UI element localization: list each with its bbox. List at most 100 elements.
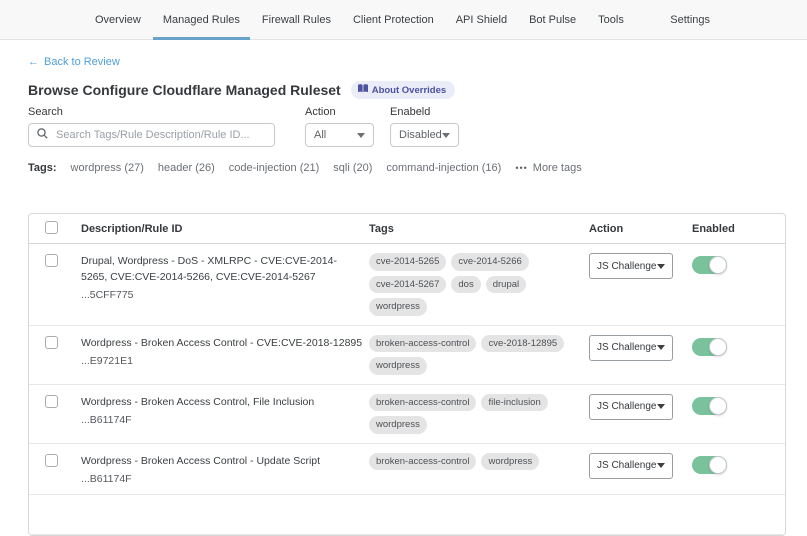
rule-tag[interactable]: wordpress: [369, 357, 427, 375]
action-select[interactable]: JS Challenge: [589, 253, 673, 279]
toggle-knob: [709, 338, 727, 356]
rule-description: Drupal, Wordpress - DoS - XMLRPC - CVE:C…: [81, 253, 363, 285]
rules-table: Description/Rule ID Tags Action Enabled …: [28, 213, 786, 536]
page-header: Browse Configure Cloudflare Managed Rule…: [28, 81, 807, 99]
toggle-knob: [709, 256, 727, 274]
rule-tag[interactable]: dos: [451, 276, 480, 294]
row-checkbox[interactable]: [45, 395, 58, 408]
tab-bot-pulse[interactable]: Bot Pulse: [529, 0, 576, 40]
table-row: Wordpress - Broken Access Control - Upda…: [29, 444, 785, 495]
select-all-checkbox[interactable]: [45, 221, 58, 234]
row-checkbox[interactable]: [45, 254, 58, 267]
rule-tag[interactable]: cve-2014-5266: [451, 253, 528, 271]
action-select[interactable]: JS Challenge: [589, 394, 673, 420]
tags-bar-label: Tags:: [28, 162, 57, 174]
enabled-toggle[interactable]: [692, 338, 727, 356]
chevron-down-icon: [657, 264, 665, 269]
rule-tag[interactable]: drupal: [486, 276, 526, 294]
rule-id: ...E9721E1: [81, 355, 363, 367]
rule-description: Wordpress - Broken Access Control, File …: [81, 394, 363, 410]
rule-description: Wordpress - Broken Access Control - Upda…: [81, 453, 363, 469]
rule-id: ...B61174F: [81, 473, 363, 485]
rule-tags: cve-2014-5265 cve-2014-5266 cve-2014-5267 d…: [369, 253, 589, 316]
header-description: Description/Rule ID: [81, 223, 369, 235]
rule-tag[interactable]: broken-access-control: [369, 394, 476, 412]
tab-client-protection[interactable]: Client Protection: [353, 0, 434, 40]
tag-filter[interactable]: command-injection (16): [386, 162, 501, 174]
rule-tag[interactable]: broken-access-control: [369, 335, 476, 353]
chevron-down-icon: [657, 345, 665, 350]
action-filter-value: All: [314, 129, 326, 141]
table-row: Wordpress - Broken Access Control - CVE:…: [29, 326, 785, 385]
enabled-toggle[interactable]: [692, 456, 727, 474]
header-action: Action: [589, 223, 684, 235]
rule-tags: broken-access-control cve-2018-12895 wordp…: [369, 335, 589, 375]
chevron-down-icon: [657, 463, 665, 468]
action-filter-label: Action: [305, 106, 374, 118]
row-checkbox[interactable]: [45, 336, 58, 349]
tag-filter[interactable]: code-injection (21): [229, 162, 320, 174]
tag-filter[interactable]: sqli (20): [333, 162, 372, 174]
search-input[interactable]: [54, 128, 266, 142]
back-arrow-icon: ←: [28, 56, 39, 68]
tab-settings[interactable]: Settings: [670, 0, 710, 40]
chevron-down-icon: [442, 133, 450, 138]
rule-tag[interactable]: wordpress: [369, 298, 427, 316]
action-select[interactable]: JS Challenge: [589, 335, 673, 361]
rule-tags: broken-access-control file-inclusion wordp…: [369, 394, 589, 434]
more-tags-button[interactable]: ••• More tags: [515, 162, 581, 174]
table-header-row: Description/Rule ID Tags Action Enabled: [29, 214, 785, 244]
tab-overview[interactable]: Overview: [95, 0, 141, 40]
search-label: Search: [28, 106, 275, 118]
table-row: Wordpress - Broken Access Control, File …: [29, 385, 785, 444]
tab-firewall-rules[interactable]: Firewall Rules: [262, 0, 331, 40]
table-row: Drupal, Wordpress - DoS - XMLRPC - CVE:C…: [29, 244, 785, 326]
rule-tags: broken-access-control wordpress: [369, 453, 589, 485]
back-link-label: Back to Review: [44, 56, 120, 68]
tab-tools[interactable]: Tools: [598, 0, 624, 40]
rule-tag[interactable]: wordpress: [481, 453, 539, 471]
about-overrides-badge[interactable]: About Overrides: [351, 81, 455, 99]
top-nav: Overview Managed Rules Firewall Rules Clien…: [0, 0, 807, 40]
search-icon: [37, 126, 48, 144]
tags-bar: Tags: wordpress (27) header (26) code-inje…: [28, 162, 807, 174]
rule-tag[interactable]: cve-2014-5265: [369, 253, 446, 271]
rule-tag[interactable]: cve-2014-5267: [369, 276, 446, 294]
book-icon: [358, 84, 368, 96]
ellipsis-icon: •••: [515, 163, 527, 173]
enabled-filter-label: Enabeld: [390, 106, 459, 118]
action-select-value: JS Challenge: [597, 342, 656, 353]
rule-description: Wordpress - Broken Access Control - CVE:…: [81, 335, 363, 351]
toggle-knob: [709, 397, 727, 415]
tab-managed-rules[interactable]: Managed Rules: [163, 0, 240, 40]
enabled-toggle[interactable]: [692, 256, 727, 274]
tab-api-shield[interactable]: API Shield: [456, 0, 507, 40]
rule-tag[interactable]: wordpress: [369, 416, 427, 434]
rule-id: ...5CFF775: [81, 289, 363, 301]
header-enabled: Enabled: [684, 223, 785, 235]
enabled-filter-select[interactable]: Disabled: [390, 123, 459, 147]
header-tags: Tags: [369, 223, 589, 235]
nav-tabs: Overview Managed Rules Firewall Rules Clien…: [95, 0, 646, 40]
chevron-down-icon: [357, 133, 365, 138]
action-select-value: JS Challenge: [597, 401, 656, 412]
table-body: Drupal, Wordpress - DoS - XMLRPC - CVE:C…: [29, 244, 785, 495]
table-row-partial: [29, 495, 785, 535]
filter-bar: Search Action All Enabeld Disabled: [28, 106, 807, 147]
rule-id: ...B61174F: [81, 414, 363, 426]
rule-tag[interactable]: file-inclusion: [481, 394, 547, 412]
row-checkbox[interactable]: [45, 454, 58, 467]
tag-filter[interactable]: header (26): [158, 162, 215, 174]
rule-tag[interactable]: cve-2018-12895: [481, 335, 564, 353]
toggle-knob: [709, 456, 727, 474]
search-box: [28, 123, 275, 147]
tag-filter[interactable]: wordpress (27): [71, 162, 144, 174]
enabled-toggle[interactable]: [692, 397, 727, 415]
action-select[interactable]: JS Challenge: [589, 453, 673, 479]
rule-tag[interactable]: broken-access-control: [369, 453, 476, 471]
more-tags-label: More tags: [533, 162, 582, 174]
enabled-filter-value: Disabled: [399, 129, 442, 141]
badge-label: About Overrides: [372, 85, 446, 96]
action-filter-select[interactable]: All: [305, 123, 374, 147]
back-to-review-link[interactable]: ← Back to Review: [28, 56, 120, 68]
